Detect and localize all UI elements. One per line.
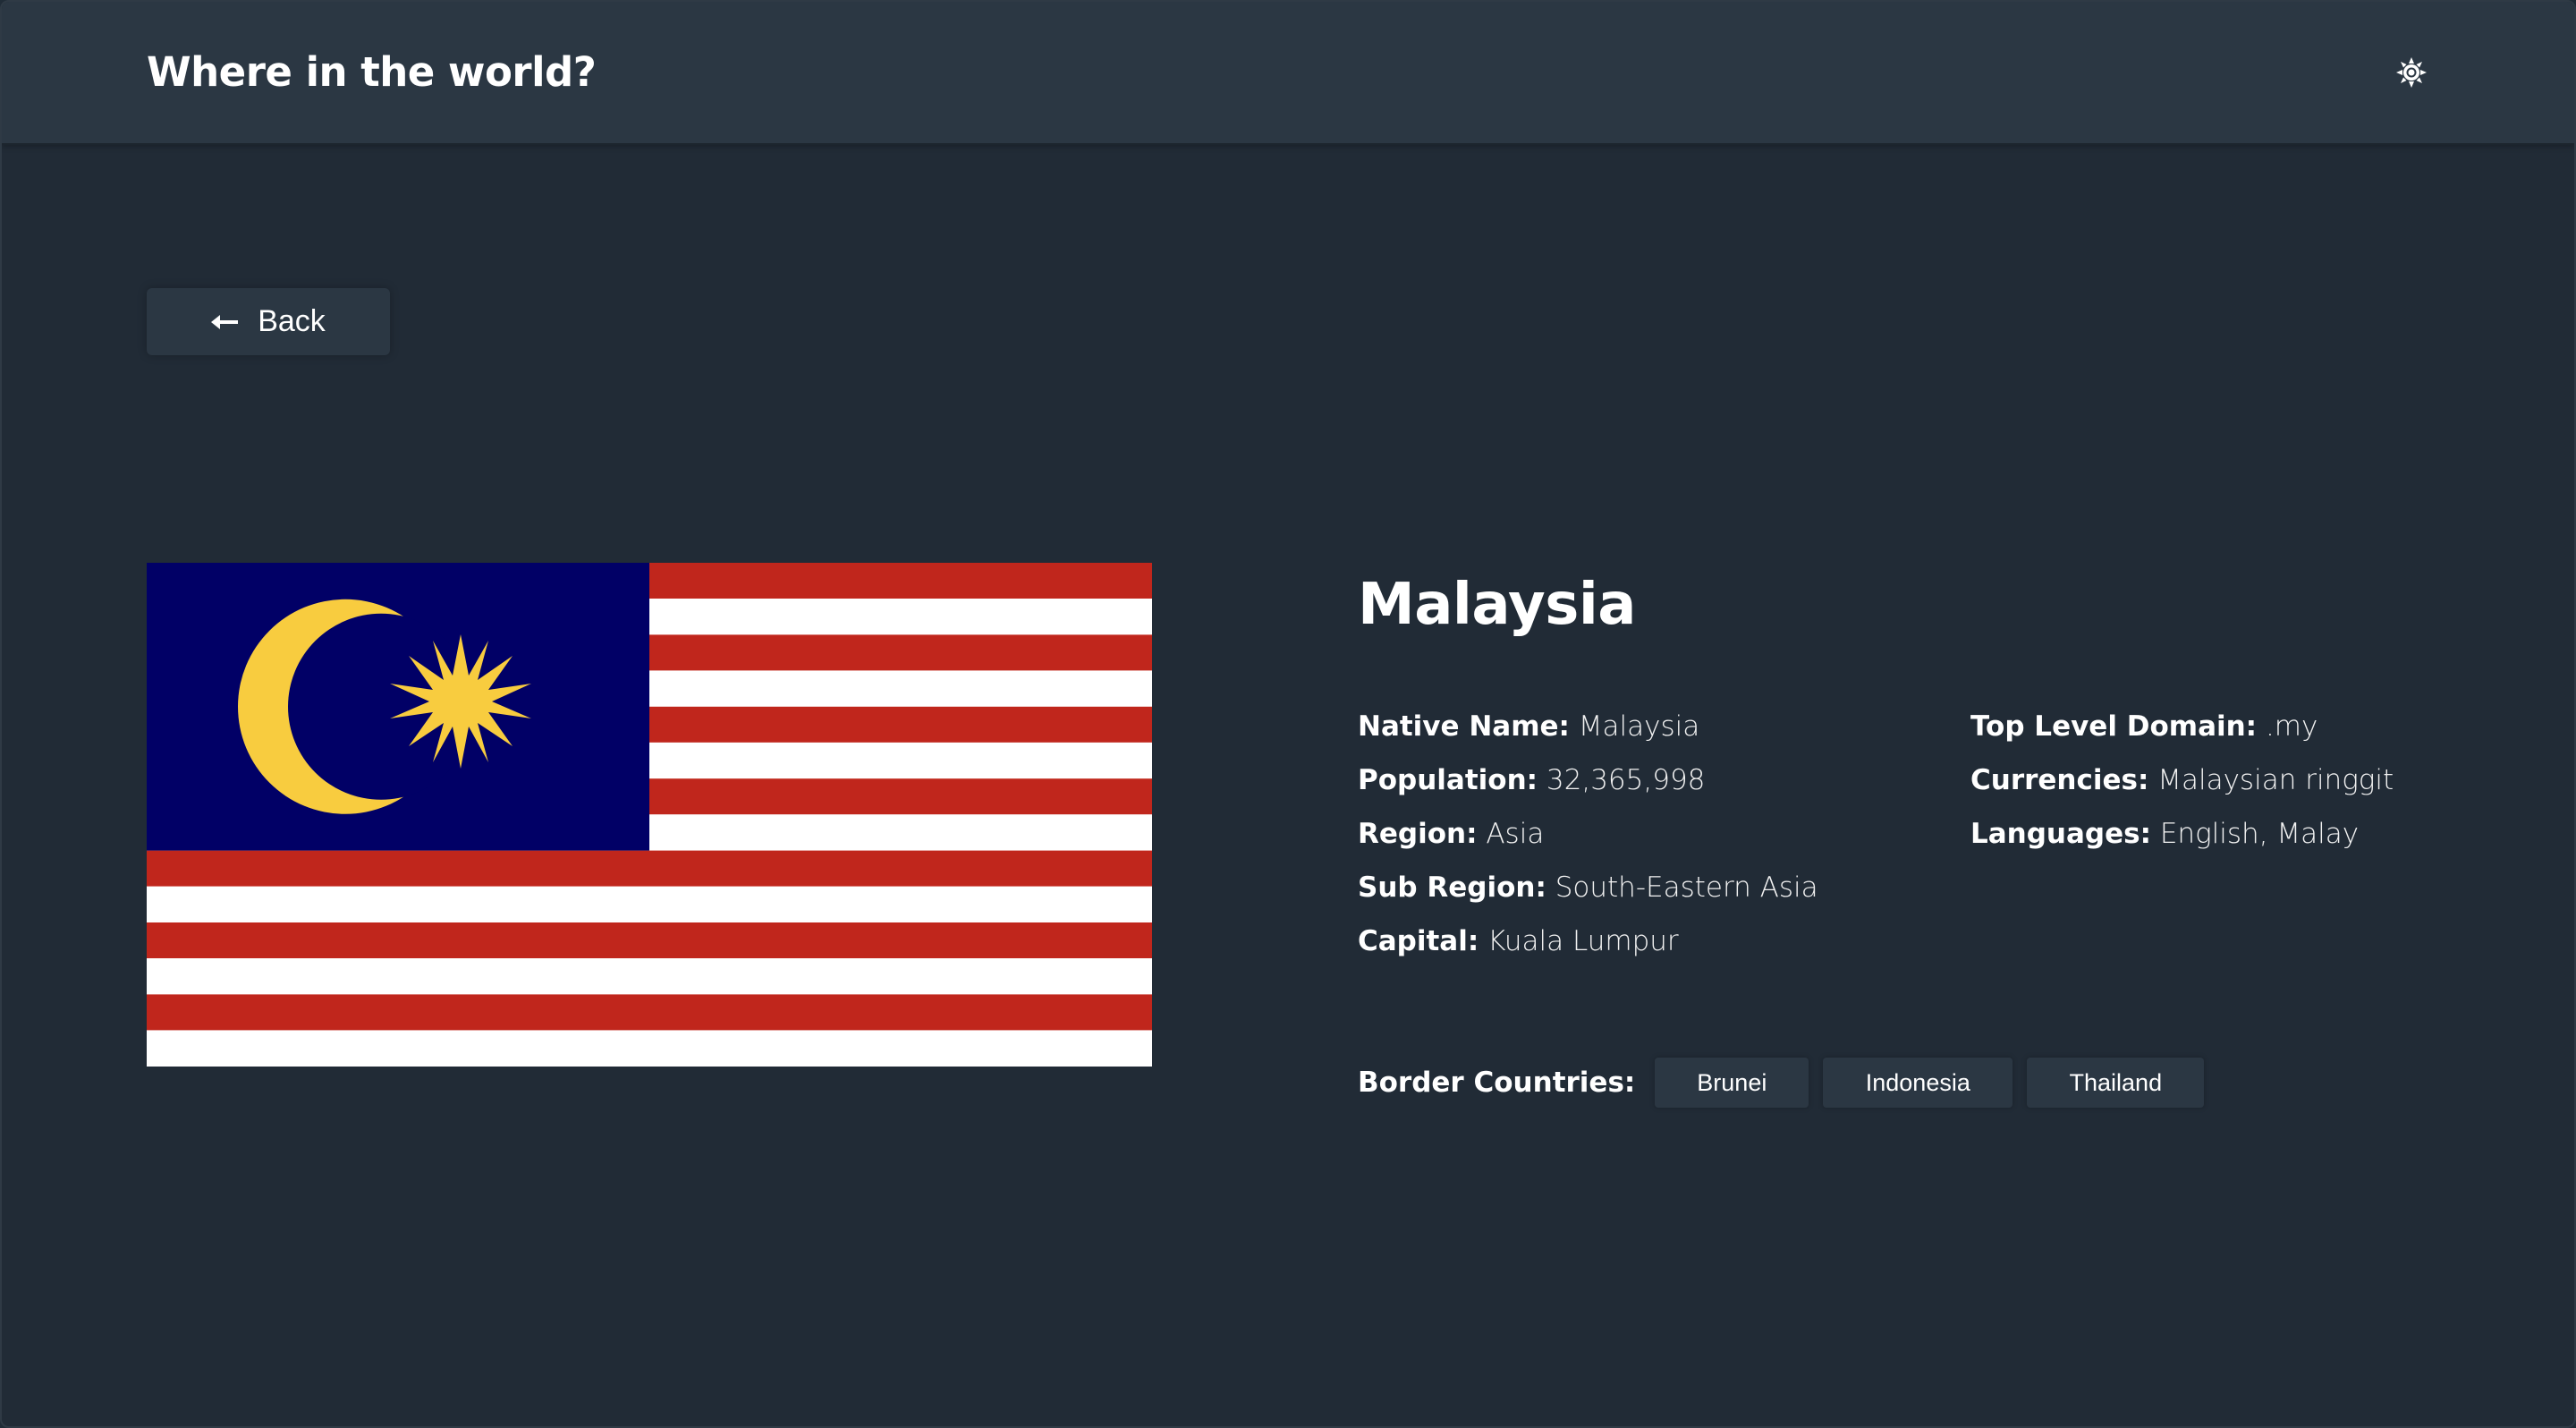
sub-region-label: Sub Region:	[1358, 871, 1546, 904]
border-countries-label: Border Countries:	[1358, 1067, 1636, 1099]
border-country-button[interactable]: Indonesia	[1823, 1058, 2013, 1108]
region-row: Region: Asia	[1358, 807, 1818, 861]
back-button-label: Back	[258, 304, 326, 338]
capital-label: Capital:	[1358, 925, 1479, 957]
theme-toggle-button[interactable]	[2394, 55, 2429, 90]
site-title: Where in the world?	[147, 48, 597, 96]
region-label: Region:	[1358, 818, 1478, 850]
population-row: Population: 32,365,998	[1358, 753, 1818, 807]
top-level-domain-row: Top Level Domain: .my	[1970, 700, 2394, 753]
country-flag-image	[147, 563, 1152, 1067]
languages-value: English, Malay	[2159, 818, 2360, 850]
native-name-row: Native Name: Malaysia	[1358, 700, 1818, 753]
top-level-domain-label: Top Level Domain:	[1970, 710, 2258, 743]
population-value: 32,365,998	[1546, 764, 1706, 796]
arrow-left-icon	[211, 314, 239, 329]
border-countries: Border Countries: Brunei Indonesia Thail…	[1358, 1058, 2218, 1108]
border-country-button[interactable]: Brunei	[1655, 1058, 1809, 1108]
currencies-row: Currencies: Malaysian ringgit	[1970, 753, 2394, 807]
border-country-button[interactable]: Thailand	[2027, 1058, 2205, 1108]
population-label: Population:	[1358, 764, 1538, 796]
sub-region-row: Sub Region: South-Eastern Asia	[1358, 861, 1818, 914]
native-name-label: Native Name:	[1358, 710, 1570, 743]
app-window: Where in the world? Back Malaysia Native…	[0, 0, 2576, 1428]
sub-region-value: South-Eastern Asia	[1555, 871, 1818, 904]
languages-row: Languages: English, Malay	[1970, 807, 2394, 861]
back-button[interactable]: Back	[147, 288, 390, 355]
native-name-value: Malaysia	[1578, 710, 1700, 743]
region-value: Asia	[1486, 818, 1545, 850]
site-header: Where in the world?	[2, 2, 2574, 145]
details-secondary: Top Level Domain: .my Currencies: Malays…	[1970, 700, 2394, 861]
currencies-value: Malaysian ringgit	[2157, 764, 2394, 796]
country-name: Malaysia	[1358, 572, 1636, 638]
capital-row: Capital: Kuala Lumpur	[1358, 914, 1818, 968]
languages-label: Languages:	[1970, 818, 2151, 850]
currencies-label: Currencies:	[1970, 764, 2149, 796]
sun-icon	[2396, 57, 2427, 88]
capital-value: Kuala Lumpur	[1487, 925, 1679, 957]
top-level-domain-value: .my	[2265, 710, 2318, 743]
details-primary: Native Name: Malaysia Population: 32,365…	[1358, 700, 1818, 968]
